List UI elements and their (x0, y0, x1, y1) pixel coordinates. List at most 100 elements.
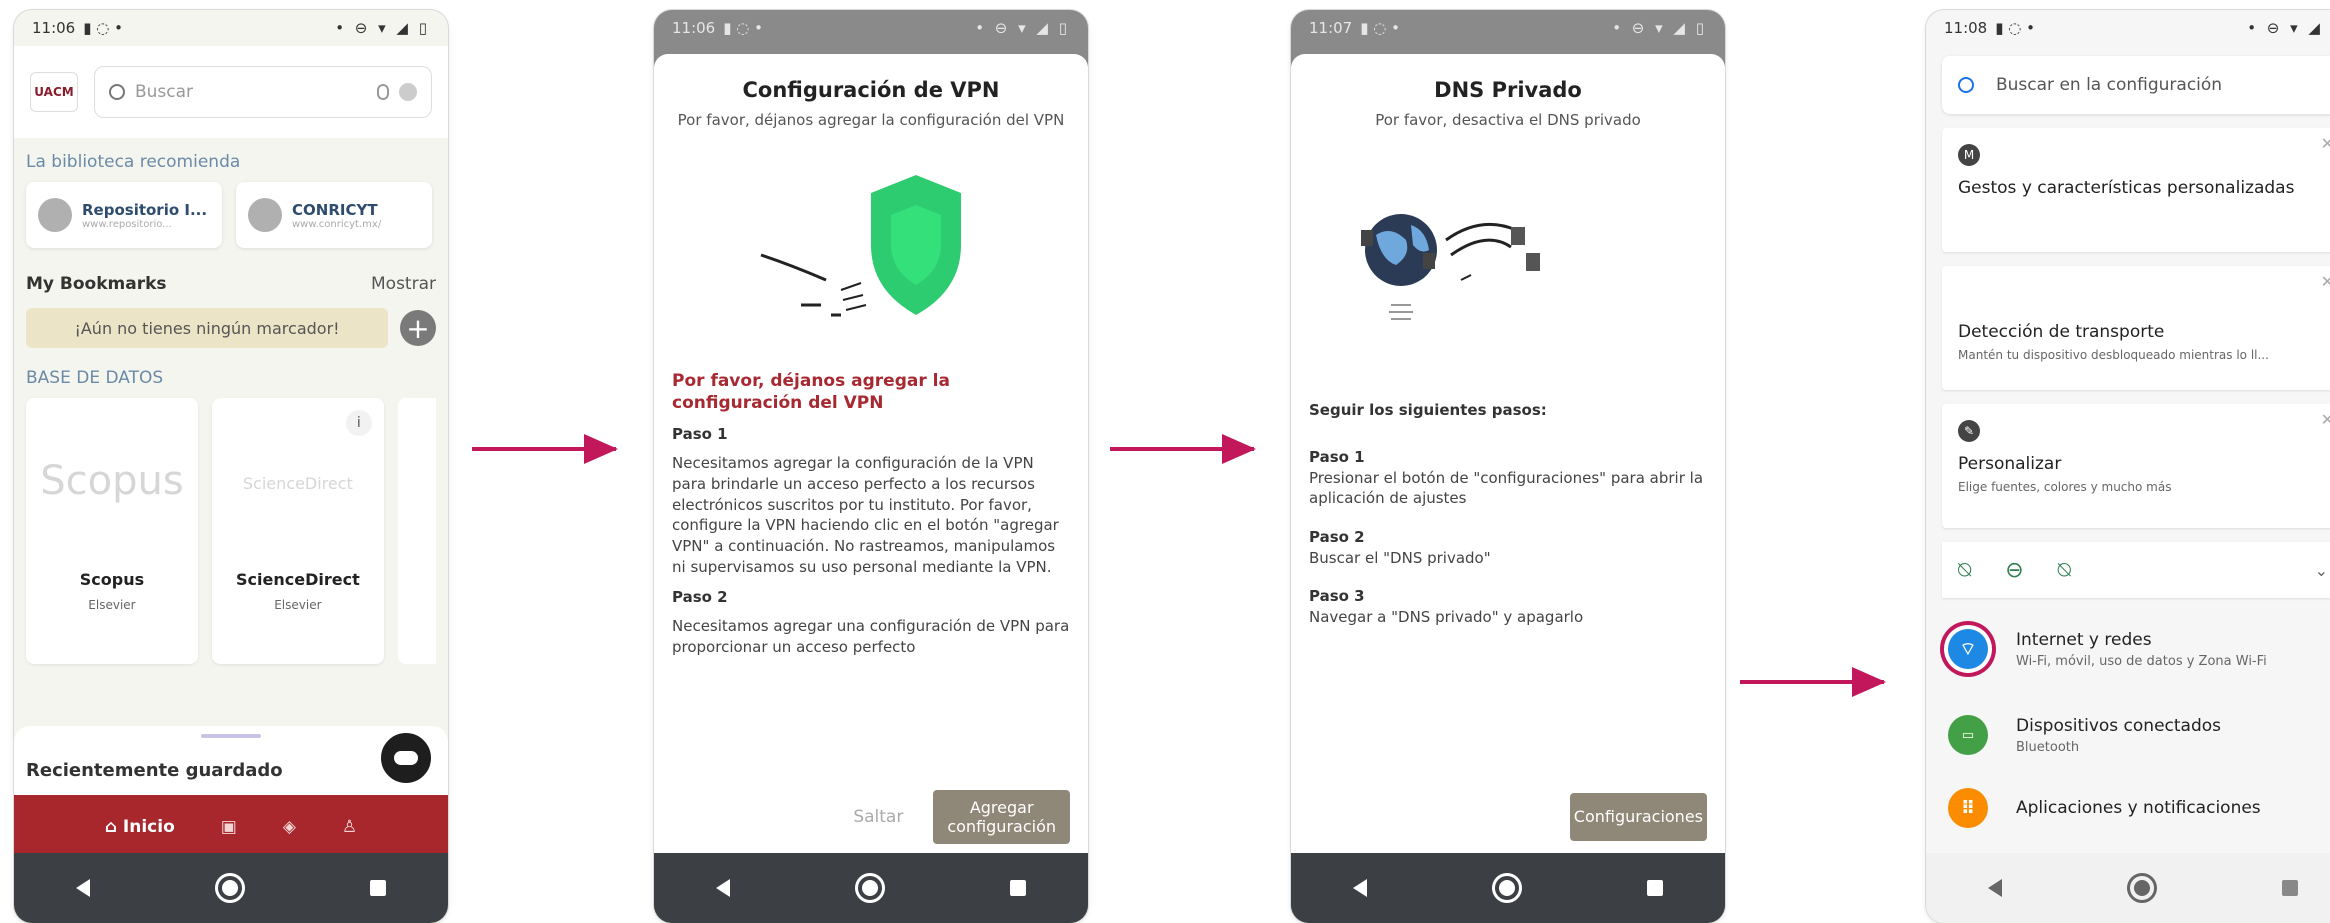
vpn-modal: Configuración de VPN Por favor, déjanos … (654, 54, 1088, 853)
item-title: Internet y redes (2016, 629, 2152, 650)
database-card-partial[interactable] (397, 398, 437, 664)
tab-home-label: Inicio (122, 817, 175, 837)
step-text: Presionar el botón de "configuraciones" … (1309, 468, 1704, 508)
notification-icons: ▮ ◌ • (1995, 19, 2035, 37)
system-status-icons: • ⊖ ▾ ◢ ▯ (2247, 19, 2330, 37)
back-icon[interactable] (716, 879, 731, 897)
bookmarks-title: My Bookmarks (26, 274, 167, 294)
settings-item-apps[interactable]: ⠿ Aplicaciones y notificaciones (1926, 778, 2330, 838)
tab-profile-icon[interactable]: ♙ (342, 817, 357, 837)
back-icon[interactable] (1353, 879, 1368, 897)
settings-item-devices[interactable]: ▭ Dispositivos conectados Bluetooth (1926, 692, 2330, 778)
step-text: Navegar a "DNS privado" y apagarlo (1309, 608, 1584, 627)
dns-illustration (1291, 150, 1725, 380)
recents-icon[interactable] (1009, 880, 1026, 896)
mic-icon[interactable] (377, 84, 389, 100)
sheet-handle[interactable] (201, 734, 261, 738)
recents-icon[interactable] (2281, 880, 2298, 896)
mic-off-icon[interactable]: ⍉ (1958, 558, 1971, 583)
add-configuration-label-2: configuración (947, 817, 1056, 836)
bell-off-icon[interactable]: ⍉ (2058, 558, 2071, 583)
suggestion-card[interactable]: ✕ ✎ Personalizar Elige fuentes, colores … (1942, 404, 2330, 528)
add-configuration-label-1: Agregar (969, 797, 1034, 817)
phone-library-home: 11:06 ▮ ◌ • • ⊖ ▾ ◢ ▯ UACM Buscar La bibl… (14, 10, 448, 923)
recent-title: Recientemente guardado (26, 760, 283, 781)
step-title: Paso 2 (672, 588, 728, 607)
settings-item-internet[interactable]: ⌔ Internet y redes Wi-Fi, móvil, uso de d… (1926, 606, 2330, 692)
add-configuration-button[interactable]: Agregar configuración (933, 789, 1070, 845)
home-button-icon[interactable] (854, 873, 885, 903)
card-desc: Mantén tu dispositivo desbloqueado mient… (1958, 348, 2269, 362)
tab-home[interactable]: ⌂ Inicio (105, 817, 175, 837)
chevron-down-icon[interactable]: ⌄ (2315, 561, 2328, 580)
card-title: Gestos y características personalizadas (1958, 178, 2295, 198)
status-bar: 11:07 ▮ ◌ • • ⊖ ▾ ◢ ▯ (1291, 10, 1725, 46)
close-icon[interactable]: ✕ (2321, 410, 2330, 429)
database-publisher: Elsevier (274, 598, 322, 612)
settings-search-input[interactable]: Buscar en la configuración (1942, 56, 2330, 114)
arrow-icon (472, 434, 618, 464)
back-icon[interactable] (76, 879, 91, 897)
recents-icon[interactable] (369, 880, 386, 896)
bookmarks-show-link[interactable]: Mostrar (371, 274, 436, 294)
status-bar: 11:06 ▮ ◌ • • ⊖ ▾ ◢ ▯ (14, 10, 448, 46)
steps-title: Seguir los siguientes pasos: (1309, 401, 1547, 420)
recommend-card[interactable]: CONRICYT www.conricyt.mx/ (236, 182, 432, 248)
card-title: Detección de transporte (1958, 322, 2165, 342)
settings-search-placeholder: Buscar en la configuración (1996, 75, 2223, 95)
database-card[interactable]: i ScienceDirect ScienceDirect Elsevier (211, 398, 384, 664)
tab-layers-icon[interactable]: ◈ (283, 817, 296, 837)
home-icon: ⌂ (104, 817, 123, 837)
status-bar: 11:06 ▮ ◌ • • ⊖ ▾ ◢ ▯ (654, 10, 1088, 46)
resource-url: www.repositorio... (82, 218, 172, 230)
notification-icons: ▮ ◌ • (1360, 19, 1400, 37)
status-time: 11:06 (32, 19, 76, 37)
database-publisher: Elsevier (88, 598, 136, 612)
close-icon[interactable]: ✕ (2321, 134, 2330, 153)
recents-icon[interactable] (1646, 880, 1663, 896)
search-input[interactable]: Buscar (94, 66, 432, 118)
arrow-icon (1110, 434, 1256, 464)
database-logo: Scopus (40, 458, 184, 504)
phone-vpn-config: 11:06 ▮ ◌ • • ⊖ ▾ ◢ ▯ Configuración de VP… (654, 10, 1088, 923)
resource-avatar (38, 198, 72, 232)
phone-private-dns: 11:07 ▮ ◌ • • ⊖ ▾ ◢ ▯ DNS Privado Por fav… (1291, 10, 1725, 923)
step-text: Necesitamos agregar la configuración de … (672, 454, 1059, 576)
modal-subtitle: Por favor, déjanos agregar la configurac… (677, 111, 1065, 129)
step-title: Paso 1 (672, 425, 728, 444)
database-list: Scopus Scopus Elsevier i ScienceDirect S… (14, 398, 448, 664)
lens-icon[interactable] (399, 83, 417, 101)
motorola-icon: M (1958, 144, 1980, 166)
add-bookmark-button[interactable]: + (400, 310, 436, 346)
assistant-bot-button[interactable] (378, 730, 434, 786)
system-nav-bar (14, 853, 448, 923)
home-button-icon[interactable] (2126, 873, 2157, 903)
system-status-icons: • ⊖ ▾ ◢ ▯ (975, 19, 1070, 37)
back-icon[interactable] (1988, 879, 2003, 897)
status-time: 11:08 (1944, 19, 1988, 37)
tab-saved-icon[interactable]: ▣ (221, 817, 237, 837)
system-nav-bar (1926, 853, 2330, 923)
info-icon[interactable]: i (345, 410, 372, 436)
recommend-card[interactable]: Repositorio I... www.repositorio... (26, 182, 222, 248)
suggestion-card[interactable]: ✕ Detección de transporte Mantén tu disp… (1942, 266, 2330, 390)
close-icon[interactable]: ✕ (2321, 272, 2330, 291)
settings-button[interactable]: Configuraciones (1569, 793, 1707, 841)
home-button-icon[interactable] (214, 873, 245, 903)
dns-instructions: Seguir los siguientes pasos: Paso 1 Pres… (1291, 400, 1725, 628)
skip-button[interactable]: Saltar (853, 807, 903, 827)
notification-icons: ▮ ◌ • (83, 19, 123, 37)
database-card[interactable]: Scopus Scopus Elsevier (26, 398, 198, 664)
item-title: Dispositivos conectados (2016, 715, 2222, 736)
dns-modal: DNS Privado Por favor, desactiva el DNS … (1291, 54, 1725, 853)
globe-icon (1361, 214, 1540, 321)
search-placeholder: Buscar (135, 82, 194, 102)
home-button-icon[interactable] (1491, 873, 1522, 903)
shield-icon (760, 175, 961, 317)
step-title: Paso 1 (1309, 447, 1365, 466)
search-icon (1958, 77, 1974, 93)
devices-icon: ▭ (1948, 715, 1988, 755)
recommend-title: La biblioteca recomienda (26, 152, 241, 172)
do-not-disturb-icon[interactable]: ⊖ (2005, 558, 2023, 583)
suggestion-card[interactable]: ✕ M Gestos y características personaliza… (1942, 128, 2330, 252)
